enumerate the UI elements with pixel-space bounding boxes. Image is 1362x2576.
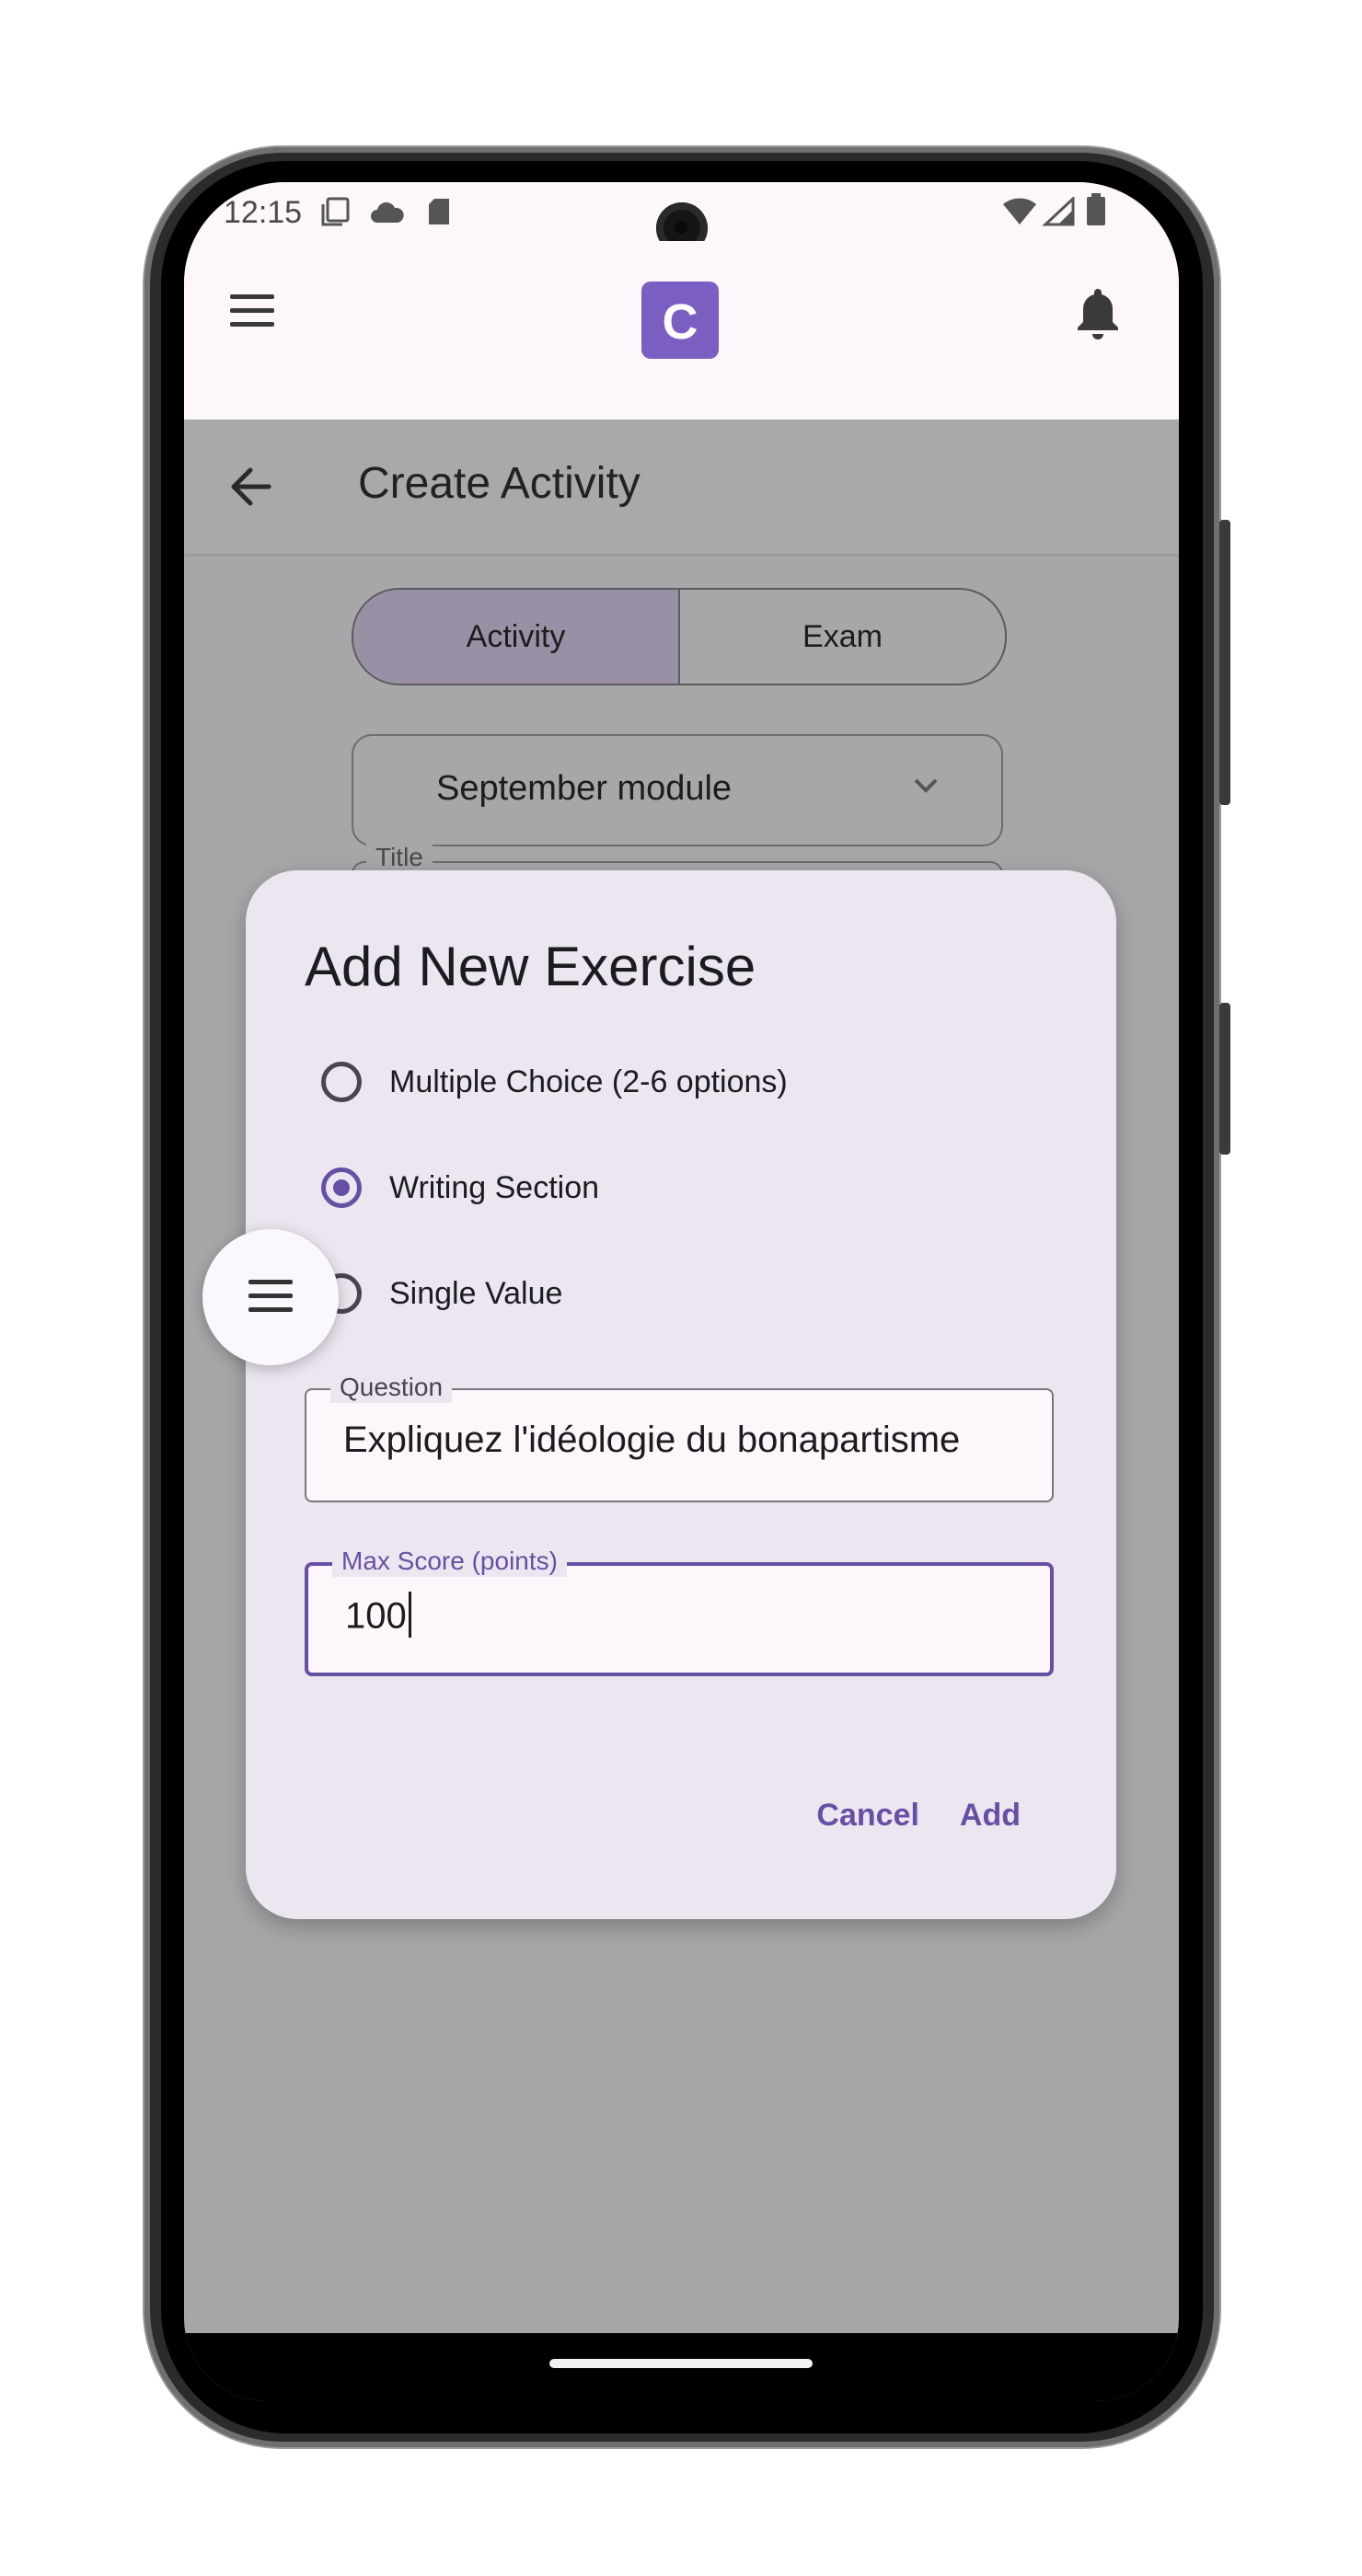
segment-activity[interactable]: Activity [353,590,680,684]
max-score-input[interactable]: 100 [345,1592,411,1641]
screen-icon [321,197,350,226]
activity-type-toggle: Activity Exam [352,588,1007,685]
radio-button-selected[interactable] [321,1167,362,1208]
page-title: Create Activity [358,459,641,508]
page-header: Create Activity [184,420,1179,557]
option-label: Single Value [389,1275,563,1311]
module-select[interactable]: September module [352,734,1003,846]
max-score-field[interactable]: Max Score (points) 100 [305,1546,1054,1676]
option-label: Multiple Choice (2-6 options) [389,1064,788,1099]
title-field-label: Title [366,843,433,872]
system-nav-bar [184,2333,1179,2401]
question-label: Question [330,1372,453,1403]
dialog-title: Add New Exercise [305,936,756,997]
add-button[interactable]: Add [960,1798,1021,1834]
segment-exam[interactable]: Exam [680,590,1005,684]
option-multiple-choice[interactable]: Multiple Choice (2-6 options) [321,1054,788,1110]
home-gesture-bar[interactable] [549,2359,813,2368]
volume-button [1219,1003,1230,1155]
bell-icon[interactable] [1072,285,1124,340]
app-logo: C [641,282,719,359]
add-exercise-dialog: Add New Exercise Multiple Choice (2-6 op… [246,870,1116,1919]
radio-button[interactable] [321,1062,362,1102]
module-select-value: September module [436,769,733,808]
cloud-icon [371,202,404,223]
chevron-down-icon [914,778,938,793]
battery-icon [1087,193,1105,225]
signal-icon [1042,197,1075,226]
option-single-value[interactable]: Single Value [321,1266,562,1321]
max-score-value: 100 [345,1595,407,1637]
back-arrow-icon[interactable] [228,466,272,507]
logo-letter: C [662,294,698,350]
max-score-label: Max Score (points) [332,1546,567,1577]
dialog-actions: Cancel Add [816,1798,1021,1834]
wifi-icon [1003,198,1036,224]
question-input[interactable]: Expliquez l'idéologie du bonapartisme [343,1420,960,1461]
option-label: Writing Section [389,1169,600,1205]
menu-icon [248,1280,293,1284]
question-field[interactable]: Question Expliquez l'idéologie du bonapa… [305,1372,1054,1502]
menu-icon[interactable] [230,294,274,328]
status-time: 12:15 [224,195,303,230]
text-caret [408,1592,411,1638]
floating-menu-button[interactable] [202,1229,339,1365]
sd-card-icon [429,199,449,224]
power-button [1219,520,1230,805]
option-writing-section[interactable]: Writing Section [321,1160,599,1215]
cancel-button[interactable]: Cancel [816,1798,919,1834]
